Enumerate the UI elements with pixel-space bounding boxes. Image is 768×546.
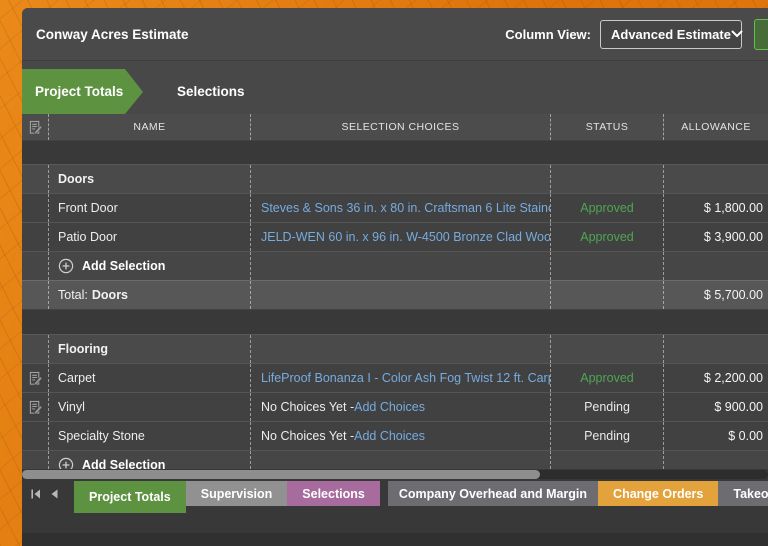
sheet-tab-company-overhead[interactable]: Company Overhead and Margin [387, 481, 599, 506]
row-name: Patio Door [48, 223, 250, 251]
column-header-status[interactable]: STATUS [550, 114, 663, 140]
allowance-value: $ 2,200.00 [703, 371, 763, 385]
column-header-allowance[interactable]: ALLOWANCE [663, 114, 768, 140]
table-row: Front Door Steves & Sons 36 in. x 80 in.… [22, 193, 768, 222]
status-badge: Pending [584, 400, 630, 414]
column-header-name[interactable]: NAME [48, 114, 250, 140]
add-selection-row: Add Selection [22, 251, 768, 280]
add-icon [58, 457, 74, 469]
title-bar: Conway Acres Estimate Column View: Advan… [22, 8, 768, 61]
allowance-value: $ 0.00 [728, 429, 763, 443]
sheet-tab-bar: Project Totals Supervision Selections Co… [22, 480, 768, 546]
selection-choice-link[interactable]: Steves & Sons 36 in. x 80 in. Craftsman … [261, 201, 550, 215]
table-row: Vinyl No Choices Yet - Add Choices Pendi… [22, 392, 768, 421]
total-group-name: Doors [91, 288, 129, 302]
save-button[interactable] [754, 18, 768, 50]
status-badge: Approved [580, 201, 634, 215]
total-label: Total: [58, 288, 88, 302]
table-row: Specialty Stone No Choices Yet - Add Cho… [22, 421, 768, 450]
table-row: Patio Door JELD-WEN 60 in. x 96 in. W-45… [22, 222, 768, 251]
sheet-tab-selections[interactable]: Selections [287, 481, 380, 506]
first-sheet-icon[interactable] [30, 488, 42, 500]
column-view-label: Column View: [505, 26, 591, 42]
edit-icon[interactable] [22, 114, 48, 140]
edit-icon [22, 393, 48, 421]
row-name: Vinyl [48, 393, 250, 421]
column-view-controls: Column View: Advanced Estimate [505, 8, 768, 60]
sheet-tab-supervision[interactable]: Supervision [185, 481, 288, 506]
chevron-down-icon [731, 30, 743, 38]
group-header-flooring: Flooring [22, 334, 768, 363]
spacer-row [22, 309, 768, 334]
allowance-value: $ 900.00 [714, 400, 763, 414]
table-row: Carpet LifeProof Bonanza I - Color Ash F… [22, 363, 768, 392]
page-title: Conway Acres Estimate [36, 26, 189, 42]
no-choices-text: No Choices Yet - [261, 400, 355, 414]
selections-grid: NAME SELECTION CHOICES STATUS ALLOWANCE … [22, 114, 768, 469]
estimate-window: Conway Acres Estimate Column View: Advan… [22, 8, 768, 546]
add-selection-button[interactable]: Add Selection [58, 258, 165, 274]
sheet-tab-takeoffs[interactable]: Takeoffs [718, 481, 768, 506]
column-view-value: Advanced Estimate [611, 26, 731, 42]
add-selection-row: Add Selection [22, 450, 768, 469]
add-choices-link[interactable]: Add Choices [354, 429, 425, 443]
allowance-value: $ 3,900.00 [703, 230, 763, 244]
sheet-tab-project-totals[interactable]: Project Totals [74, 481, 186, 513]
group-title: Doors [48, 165, 250, 193]
selection-choice-link[interactable]: JELD-WEN 60 in. x 96 in. W-4500 Bronze C… [261, 230, 550, 244]
status-badge: Pending [584, 429, 630, 443]
allowance-value: $ 1,800.00 [703, 201, 763, 215]
add-choices-link[interactable]: Add Choices [354, 400, 425, 414]
tab-project-totals[interactable]: Project Totals [22, 69, 143, 114]
selection-choice-link[interactable]: LifeProof Bonanza I - Color Ash Fog Twis… [261, 371, 550, 385]
tab-selections[interactable]: Selections [165, 69, 257, 114]
desktop-background: Conway Acres Estimate Column View: Advan… [0, 0, 768, 546]
horizontal-scrollbar-thumb[interactable] [22, 470, 541, 479]
status-badge: Approved [580, 230, 634, 244]
group-header-doors: Doors [22, 164, 768, 193]
column-header-selection-choices[interactable]: SELECTION CHOICES [250, 114, 550, 140]
sheet-tab-change-orders[interactable]: Change Orders [598, 481, 719, 506]
column-view-select[interactable]: Advanced Estimate [600, 19, 743, 49]
total-value: $ 5,700.00 [703, 288, 763, 302]
spacer-row [22, 140, 768, 164]
no-choices-text: No Choices Yet - [261, 429, 355, 443]
status-badge: Approved [580, 371, 634, 385]
add-selection-button[interactable]: Add Selection [58, 457, 165, 469]
row-name: Carpet [48, 364, 250, 392]
add-icon [58, 258, 74, 274]
group-total-row: Total: Doors $ 5,700.00 [22, 280, 768, 309]
horizontal-scrollbar [22, 469, 768, 480]
group-title: Flooring [48, 335, 250, 363]
row-name: Specialty Stone [48, 422, 250, 450]
row-name: Front Door [48, 194, 250, 222]
grid-header-row: NAME SELECTION CHOICES STATUS ALLOWANCE [22, 114, 768, 140]
edit-icon [22, 364, 48, 392]
previous-sheet-icon[interactable] [48, 488, 60, 500]
breadcrumb-tab-strip: Project Totals Selections [22, 61, 768, 114]
